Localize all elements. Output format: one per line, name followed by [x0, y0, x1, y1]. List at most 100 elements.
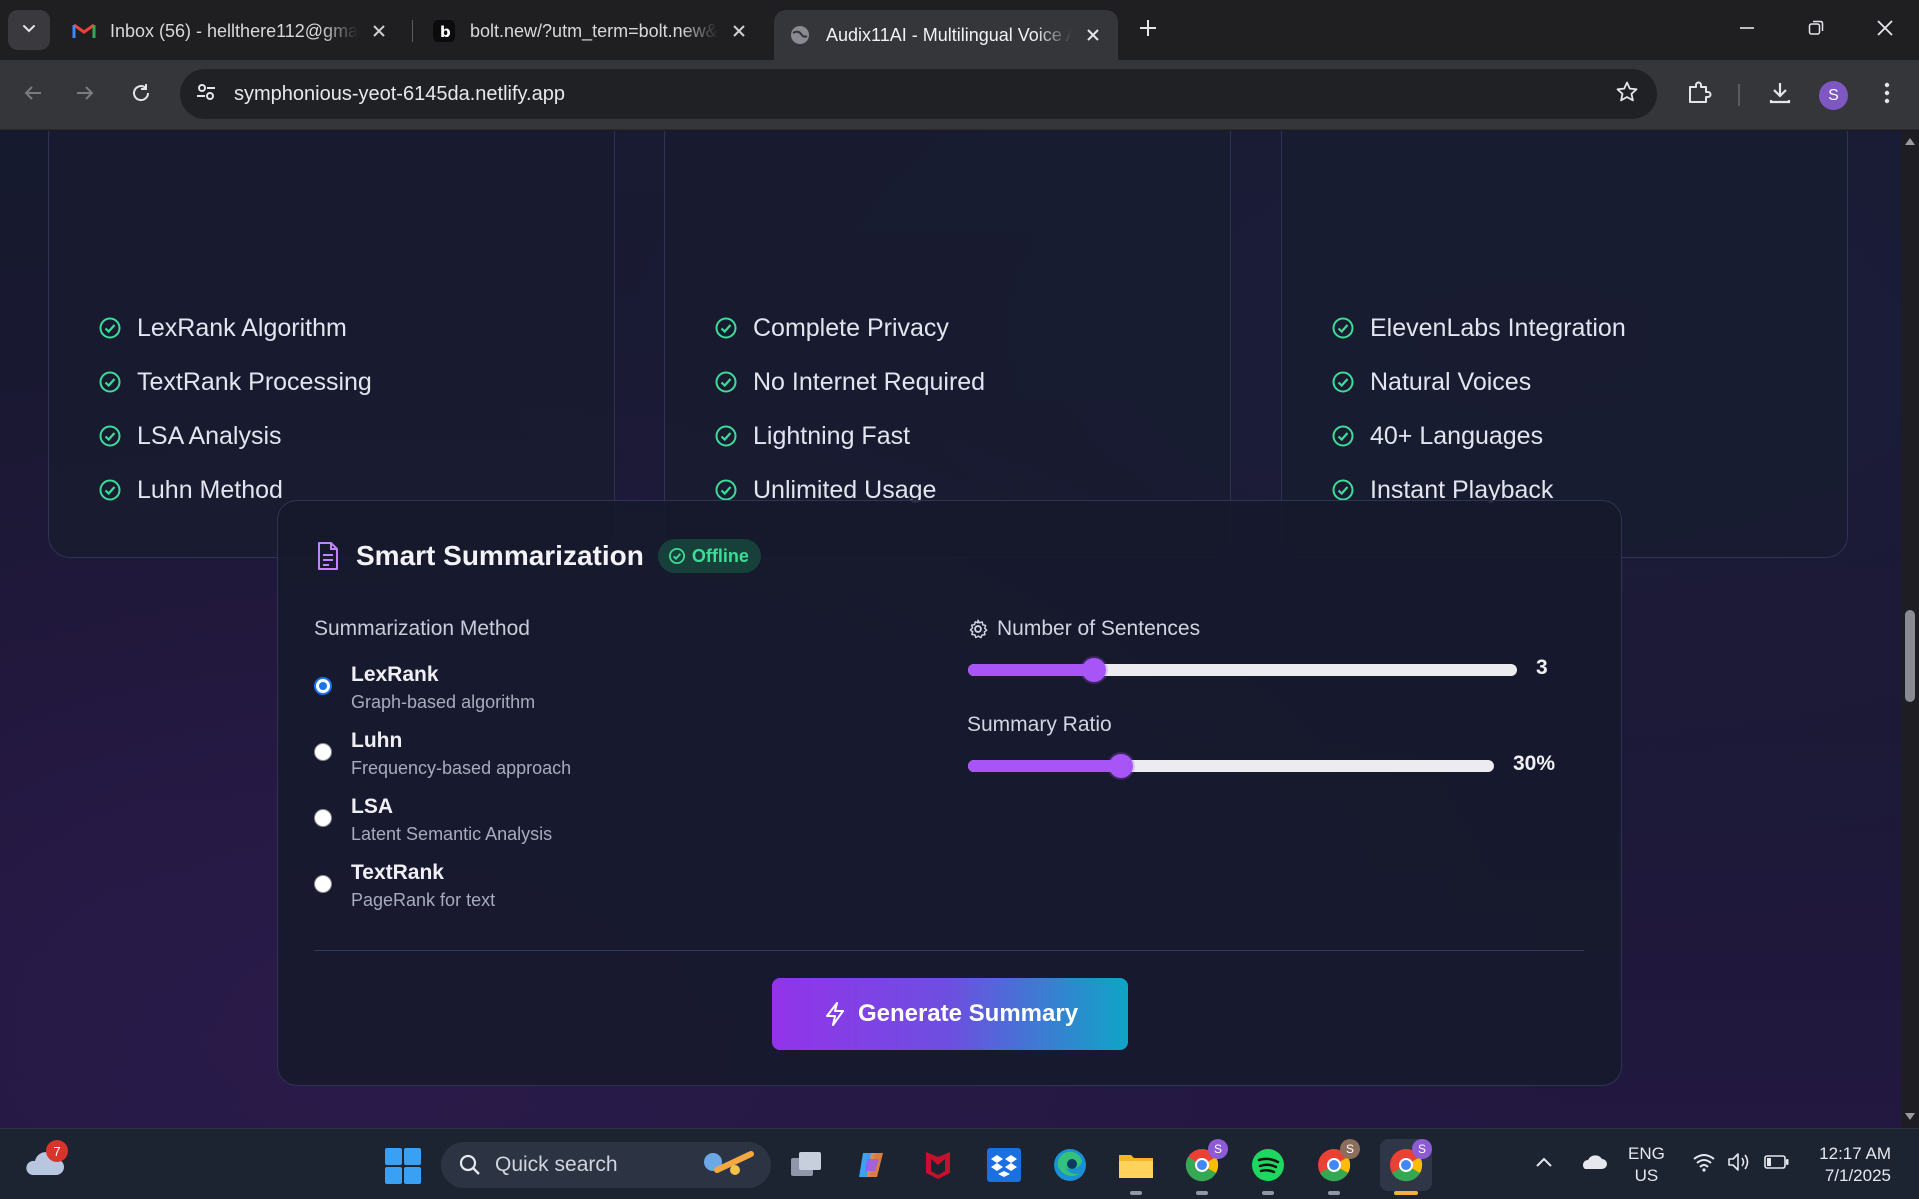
check-circle-icon	[97, 477, 123, 503]
method-label: Summarization Method	[314, 617, 530, 640]
check-circle-icon	[1330, 369, 1356, 395]
restore-button[interactable]	[1791, 8, 1841, 52]
feature-list: ElevenLabs Integration Natural Voices 40…	[1330, 301, 1626, 517]
start-button[interactable]	[385, 1148, 421, 1184]
feature-card-algorithms: LexRank Algorithm TextRank Processing LS…	[48, 131, 615, 558]
copilot-app[interactable]	[852, 1145, 892, 1185]
method-description: Graph-based algorithm	[351, 692, 536, 712]
gear-icon	[967, 618, 989, 640]
reload-button[interactable]	[122, 76, 160, 114]
radio-button[interactable]	[314, 875, 332, 893]
show-hidden-icons-button[interactable]	[1533, 1147, 1555, 1177]
download-icon	[1767, 80, 1793, 111]
system-clock[interactable]: 12:17 AM 7/1/2025	[1813, 1143, 1891, 1187]
edge-app[interactable]	[1050, 1145, 1090, 1185]
lightning-icon	[822, 1001, 848, 1027]
search-placeholder: Quick search	[495, 1153, 618, 1176]
feature-item: LSA Analysis	[97, 409, 372, 463]
generate-summary-button[interactable]: Generate Summary	[772, 978, 1128, 1050]
ratio-slider[interactable]	[968, 754, 1494, 778]
sentences-label-text: Number of Sentences	[997, 617, 1201, 640]
language-indicator[interactable]: ENG US	[1628, 1143, 1665, 1187]
file-explorer-app[interactable]	[1116, 1145, 1156, 1195]
check-circle-icon	[668, 547, 686, 565]
tab-separator	[412, 20, 413, 42]
dropbox-icon	[987, 1148, 1021, 1182]
onedrive-cloud-icon	[1583, 1155, 1607, 1169]
close-window-button[interactable]	[1860, 8, 1910, 52]
profile-avatar[interactable]: S	[1819, 81, 1848, 110]
page-content: LexRank Algorithm TextRank Processing LS…	[0, 131, 1919, 1128]
chevron-up-icon	[1536, 1157, 1552, 1167]
scroll-up-arrow-icon[interactable]	[1904, 135, 1916, 147]
method-option-lsa[interactable]: LSA Latent Semantic Analysis	[314, 794, 552, 848]
feature-item: 40+ Languages	[1330, 409, 1626, 463]
close-tab-icon[interactable]	[368, 20, 390, 42]
windows-logo-tile	[404, 1167, 421, 1184]
sentences-value: 3	[1536, 656, 1548, 679]
arrow-left-icon	[22, 82, 44, 109]
address-bar[interactable]: symphonious-yeot-6145da.netlify.app	[180, 69, 1657, 119]
plus-icon	[1138, 18, 1158, 43]
app-running-indicator	[1262, 1191, 1274, 1195]
method-option-lexrank[interactable]: LexRank Graph-based algorithm	[314, 662, 535, 716]
scrollbar-thumb[interactable]	[1905, 610, 1915, 702]
dropbox-app[interactable]	[984, 1145, 1024, 1185]
page-scrollbar[interactable]	[1901, 131, 1919, 1128]
feature-label: Lightning Fast	[753, 421, 911, 450]
forward-button[interactable]	[66, 76, 104, 114]
chrome-app-active[interactable]: S	[1380, 1139, 1432, 1195]
sentences-slider[interactable]	[968, 658, 1517, 682]
feature-item: No Internet Required	[713, 355, 985, 409]
slider-fill	[968, 760, 1121, 772]
tab-bolt[interactable]: b bolt.new/?utm_term=bolt.new&utm_campai…	[418, 10, 764, 52]
profile-badge: S	[1412, 1139, 1432, 1159]
tab-strip: Inbox (56) - hellthere112@gmail.com - Gm…	[0, 0, 1919, 60]
chrome-app-profile-1[interactable]: S	[1182, 1139, 1228, 1195]
close-tab-icon[interactable]	[1082, 24, 1104, 46]
downloads-button[interactable]	[1761, 76, 1799, 114]
extensions-button[interactable]	[1680, 76, 1718, 114]
method-option-luhn[interactable]: Luhn Frequency-based approach	[314, 728, 571, 782]
spotify-app[interactable]	[1248, 1145, 1288, 1195]
notification-badge: 7	[46, 1140, 68, 1162]
scroll-down-arrow-icon[interactable]	[1904, 1111, 1916, 1123]
tab-search-button[interactable]	[8, 10, 50, 50]
slider-thumb[interactable]	[1108, 754, 1133, 778]
radio-button[interactable]	[314, 743, 332, 761]
radio-button[interactable]	[314, 809, 332, 827]
feature-item: LexRank Algorithm	[97, 301, 372, 355]
restore-icon	[1808, 20, 1824, 41]
battery-button[interactable]	[1762, 1147, 1792, 1177]
feature-label: ElevenLabs Integration	[1370, 313, 1626, 342]
bolt-icon: b	[432, 19, 456, 43]
sentences-label: Number of Sentences	[967, 617, 1200, 641]
tab-audix11ai[interactable]: Audix11AI - Multilingual Voice AI	[774, 10, 1118, 60]
mcafee-app[interactable]	[918, 1145, 958, 1185]
browser-menu-button[interactable]	[1868, 76, 1906, 114]
volume-button[interactable]	[1726, 1147, 1754, 1177]
mcafee-icon	[926, 1152, 950, 1179]
close-tab-icon[interactable]	[728, 20, 750, 42]
bookmark-button[interactable]	[1613, 80, 1641, 108]
minimize-button[interactable]	[1722, 8, 1772, 52]
onedrive-button[interactable]	[1577, 1147, 1609, 1177]
chrome-app-profile-2[interactable]: S	[1314, 1139, 1360, 1195]
back-button[interactable]	[14, 76, 52, 114]
slider-thumb[interactable]	[1082, 658, 1107, 682]
check-circle-icon	[1330, 423, 1356, 449]
url-text: symphonious-yeot-6145da.netlify.app	[234, 82, 565, 105]
tab-gmail[interactable]: Inbox (56) - hellthere112@gmail.com - Gm…	[58, 10, 404, 52]
tab-title: bolt.new/?utm_term=bolt.new&utm_campaign	[470, 20, 718, 41]
taskbar-search[interactable]: Quick search	[441, 1142, 771, 1188]
language-code: ENG	[1628, 1144, 1665, 1163]
method-name: Luhn	[351, 729, 403, 752]
wifi-button[interactable]	[1690, 1147, 1718, 1177]
radio-button[interactable]	[314, 677, 332, 695]
method-option-textrank[interactable]: TextRank PageRank for text	[314, 860, 495, 914]
region-code: US	[1634, 1166, 1659, 1185]
site-info-button[interactable]	[186, 74, 226, 114]
task-view-button[interactable]	[786, 1145, 826, 1185]
feature-label: LSA Analysis	[137, 421, 282, 450]
new-tab-button[interactable]	[1132, 14, 1164, 46]
